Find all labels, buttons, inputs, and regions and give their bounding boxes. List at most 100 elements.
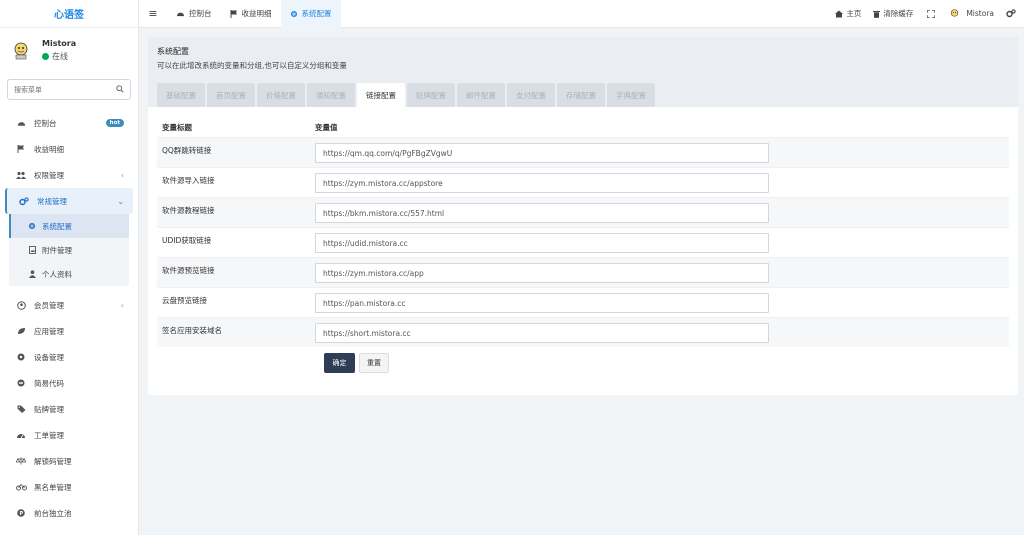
sidebar-item-general[interactable]: 常规管理 ⌄ — [5, 188, 133, 214]
app-logo[interactable]: 心语签 — [0, 0, 138, 28]
sidebar-item-branding[interactable]: 贴牌管理 — [0, 396, 138, 422]
avatar — [10, 39, 32, 61]
sidebar-item-profile[interactable]: 个人资料 — [9, 262, 129, 286]
confirm-button[interactable]: 确定 — [324, 353, 355, 373]
parking-icon: P — [15, 509, 27, 517]
page-title: 系统配置 — [157, 47, 189, 56]
tab-dictionary-config[interactable]: 字典配置 — [607, 83, 655, 107]
row-title: QQ群跳转链接 — [162, 146, 212, 155]
tab-branding-config[interactable]: 贴牌配置 — [407, 83, 455, 107]
user-status: 在线 — [42, 51, 76, 62]
column-header-value: 变量值 — [315, 122, 338, 132]
tab-dashboard[interactable]: 控制台 — [167, 0, 221, 28]
sidebar-item-apps[interactable]: 应用管理 — [0, 318, 138, 344]
tab-storage-config[interactable]: 存储配置 — [557, 83, 605, 107]
gear-icon — [290, 10, 298, 18]
table-row: QQ群跳转链接 https://qm.qq.com/q/PgFBgZVgwU — [157, 137, 1009, 167]
hot-badge: hot — [105, 119, 124, 127]
sidebar-item-income[interactable]: 收益明细 — [0, 136, 138, 162]
tab-payment-config[interactable]: 支付配置 — [507, 83, 555, 107]
sidebar-item-blacklist[interactable]: 黑名单管理 — [0, 474, 138, 500]
circle-icon — [15, 353, 27, 361]
tab-notify-config[interactable]: 通知配置 — [307, 83, 355, 107]
sidebar-item-members[interactable]: 会员管理 ‹ — [0, 292, 138, 318]
dot-circle-icon — [15, 379, 27, 387]
sidebar-item-frontend-pool[interactable]: P 前台独立池 — [0, 500, 138, 526]
user-name: Mistora — [42, 38, 77, 48]
user-panel: Mistora 在线 — [0, 28, 138, 72]
row-title: 软件源导入链接 — [162, 176, 215, 185]
chevron-left-icon: ‹ — [120, 300, 124, 310]
table-row: 软件源教程链接 https://bkm.mistora.cc/557.html — [157, 197, 1009, 227]
cogs-icon — [18, 196, 30, 206]
table-row: 签名应用安装域名 https://short.mistora.cc — [157, 317, 1009, 347]
chevron-left-icon: ‹ — [120, 170, 124, 180]
sidebar-item-unlock-codes[interactable]: 解锁码管理 — [0, 448, 138, 474]
sidebar-item-permissions[interactable]: 权限管理 ‹ — [0, 162, 138, 188]
sidebar-item-devices[interactable]: 设备管理 — [0, 344, 138, 370]
gear-icon — [27, 222, 37, 230]
clear-cache-button[interactable]: 清除缓存 — [867, 8, 919, 19]
source-tutorial-link-input[interactable]: https://bkm.mistora.cc/557.html — [315, 203, 769, 223]
table-header: 变量标题 变量值 — [157, 117, 1009, 137]
menu-toggle-icon[interactable]: ≡ — [139, 7, 167, 20]
user-menu[interactable]: Mistora — [943, 8, 1000, 19]
source-preview-link-input[interactable]: https://zym.mistora.cc/app — [315, 263, 769, 283]
flag-icon — [15, 145, 27, 153]
sidebar-item-dashboard[interactable]: 控制台 hot — [0, 110, 138, 136]
reset-button[interactable]: 重置 — [359, 353, 389, 373]
table-row: 云盘预览链接 https://pan.mistora.cc — [157, 287, 1009, 317]
user-circle-icon — [15, 300, 27, 310]
flag-icon — [230, 9, 238, 18]
tab-basic-config[interactable]: 基础配置 — [157, 83, 205, 107]
tab-income[interactable]: 收益明细 — [221, 0, 281, 28]
sidebar-item-attachments[interactable]: 附件管理 — [9, 238, 129, 262]
topbar: ≡ 控制台 收益明细 系统配置 主页 清除缓存 Mistora — [139, 0, 1024, 28]
general-submenu: 系统配置 附件管理 个人资料 — [9, 214, 129, 286]
dashboard-icon — [15, 119, 27, 127]
udid-link-input[interactable]: https://udid.mistora.cc — [315, 233, 769, 253]
fullscreen-icon[interactable] — [919, 9, 943, 18]
row-title: 签名应用安装域名 — [162, 326, 222, 335]
cloud-preview-link-input[interactable]: https://pan.mistora.cc — [315, 293, 769, 313]
search-icon[interactable] — [116, 84, 124, 95]
home-link[interactable]: 主页 — [829, 8, 867, 19]
sidebar-item-system-config[interactable]: 系统配置 — [9, 214, 129, 238]
column-header-title: 变量标题 — [162, 122, 192, 132]
row-title: 软件源预览链接 — [162, 266, 215, 275]
sidebar-menu: 控制台 hot 收益明细 权限管理 ‹ 常规管理 ⌄ 系统配置 附件管理 个人资… — [0, 110, 138, 526]
settings-cogs-icon[interactable] — [1000, 9, 1024, 18]
source-import-link-input[interactable]: https://zym.mistora.cc/appstore — [315, 173, 769, 193]
search-box — [7, 79, 131, 100]
leaf-icon — [15, 327, 27, 335]
tab-system-config[interactable]: 系统配置 — [280, 0, 341, 28]
row-title: 云盘预览链接 — [162, 296, 207, 305]
avatar — [949, 8, 960, 19]
tab-homepage-config[interactable]: 首页配置 — [207, 83, 255, 107]
online-dot-icon — [42, 52, 49, 60]
tab-mail-config[interactable]: 邮件配置 — [457, 83, 505, 107]
users-icon — [15, 171, 27, 179]
row-title: 软件源教程链接 — [162, 206, 215, 215]
page-description: 可以在此增改系统的变量和分组,也可以自定义分组和变量 — [157, 61, 347, 70]
sidebar-item-tickets[interactable]: 工单管理 — [0, 422, 138, 448]
qq-group-link-input[interactable]: https://qm.qq.com/q/PgFBgZVgwU — [315, 143, 769, 163]
sidebar-item-simple-code[interactable]: 简易代码 — [0, 370, 138, 396]
tab-price-config[interactable]: 价格配置 — [257, 83, 305, 107]
tags-icon — [15, 405, 27, 413]
svg-text:P: P — [20, 511, 24, 517]
table-row: UDID获取链接 https://udid.mistora.cc — [157, 227, 1009, 257]
dashboard-icon — [176, 10, 185, 17]
form-buttons: 确定 重置 — [324, 353, 1009, 373]
topbar-right: 主页 清除缓存 Mistora — [829, 0, 1024, 28]
table-row: 软件源预览链接 https://zym.mistora.cc/app — [157, 257, 1009, 287]
user-icon — [27, 270, 37, 278]
file-image-icon — [27, 246, 37, 254]
tab-link-config[interactable]: 链接配置 — [357, 83, 405, 107]
sidebar: 心语签 Mistora 在线 控制台 hot — [0, 0, 139, 535]
sign-install-domain-input[interactable]: https://short.mistora.cc — [315, 323, 769, 343]
search-input[interactable] — [14, 85, 104, 94]
balance-icon — [15, 457, 27, 465]
chevron-down-icon: ⌄ — [117, 196, 124, 206]
trash-icon — [873, 10, 881, 18]
